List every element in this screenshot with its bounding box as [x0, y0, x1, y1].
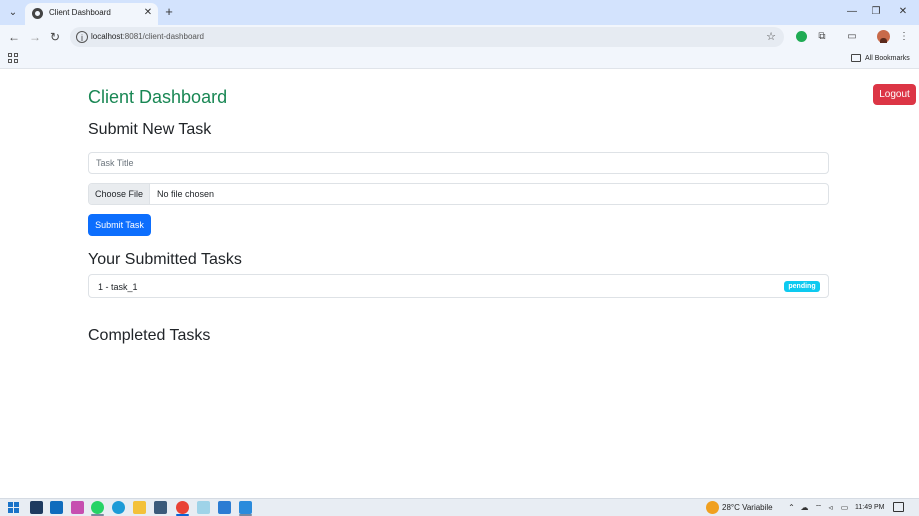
volume-icon[interactable]: ◃ — [825, 502, 836, 513]
file-explorer-icon[interactable] — [133, 501, 146, 514]
task-text: 1 - task_1 — [98, 282, 138, 292]
tab-strip: ⌄ Client Dashboard ✕ + — ❐ ✕ — [0, 0, 919, 25]
app-icon[interactable] — [218, 501, 231, 514]
reload-button[interactable]: ↻ — [47, 29, 63, 45]
page-title: Client Dashboard — [88, 87, 228, 107]
file-status-text: No file chosen — [157, 189, 215, 199]
apps-grid-icon[interactable] — [8, 53, 18, 63]
side-panel-icon[interactable]: ▭ — [844, 29, 860, 45]
submit-task-button[interactable]: Submit Task — [88, 214, 151, 236]
taskbar: 28°C Variabile ⌃ ☁ ⌔ ◃ ▭ 11:49 PM — [0, 498, 919, 516]
tab-close-icon[interactable]: ✕ — [142, 6, 154, 20]
cloud-icon[interactable]: ☁ — [799, 502, 810, 513]
new-tab-button[interactable]: + — [162, 5, 176, 19]
store-icon[interactable] — [154, 501, 167, 514]
choose-file-button[interactable]: Choose File — [89, 184, 150, 204]
folder-icon — [851, 54, 861, 62]
task-view-icon[interactable] — [30, 501, 43, 514]
close-window-button[interactable]: ✕ — [893, 4, 913, 20]
file-input[interactable]: Choose File No file chosen — [88, 183, 829, 205]
submitted-tasks-heading: Your Submitted Tasks — [88, 251, 242, 268]
extension-icon[interactable] — [796, 31, 807, 42]
url-host: localhost — [91, 32, 123, 41]
logout-button[interactable]: Logout — [873, 84, 916, 105]
chrome-icon[interactable] — [176, 501, 189, 514]
browser-toolbar: ← → ↻ i localhost:8081/client-dashboard … — [0, 25, 919, 49]
vscode-icon[interactable] — [239, 501, 252, 514]
battery-icon[interactable]: ▭ — [839, 502, 850, 513]
url-text: localhost:8081/client-dashboard — [91, 31, 204, 43]
site-info-icon[interactable]: i — [76, 31, 88, 43]
extensions-puzzle-icon[interactable]: ⧉ — [814, 29, 830, 45]
address-bar[interactable]: i localhost:8081/client-dashboard ☆ — [70, 27, 784, 47]
menu-kebab-icon[interactable]: ⋮ — [896, 29, 912, 45]
browser-tab-client-dashboard[interactable]: Client Dashboard ✕ — [25, 3, 158, 25]
wifi-icon[interactable]: ⌔ — [813, 502, 824, 513]
url-path: :8081/client-dashboard — [122, 32, 204, 41]
weather-text[interactable]: 28°C Variabile — [722, 503, 773, 513]
profile-avatar[interactable] — [877, 30, 890, 43]
status-badge: pending — [784, 281, 820, 292]
windows-start-icon[interactable] — [8, 502, 19, 513]
tab-title: Client Dashboard — [49, 8, 111, 17]
bookmarks-bar: All Bookmarks — [0, 49, 919, 69]
weather-icon[interactable] — [706, 501, 719, 514]
task-title-placeholder: Task Title — [96, 158, 134, 168]
all-bookmarks-link[interactable]: All Bookmarks — [865, 53, 910, 64]
forward-button[interactable]: → — [27, 29, 43, 45]
edge-icon[interactable] — [112, 501, 125, 514]
notepad-icon[interactable] — [197, 501, 210, 514]
completed-tasks-heading: Completed Tasks — [88, 327, 211, 344]
outlook-icon[interactable] — [50, 501, 63, 514]
submit-task-heading: Submit New Task — [88, 121, 212, 138]
app-icon[interactable] — [71, 501, 84, 514]
maximize-button[interactable]: ❐ — [866, 4, 886, 20]
globe-icon — [32, 8, 43, 19]
clock[interactable]: 11:49 PM — [855, 503, 884, 513]
bookmark-star-icon[interactable]: ☆ — [764, 29, 778, 45]
minimize-button[interactable]: — — [842, 4, 862, 20]
task-title-input[interactable]: Task Title — [88, 152, 829, 174]
whatsapp-icon[interactable] — [91, 501, 104, 514]
tab-search-button[interactable]: ⌄ — [5, 5, 21, 21]
back-button[interactable]: ← — [6, 29, 22, 45]
list-item: 1 - task_1 pending — [88, 274, 829, 298]
notifications-icon[interactable] — [893, 502, 904, 512]
chevron-up-icon[interactable]: ⌃ — [786, 502, 797, 513]
